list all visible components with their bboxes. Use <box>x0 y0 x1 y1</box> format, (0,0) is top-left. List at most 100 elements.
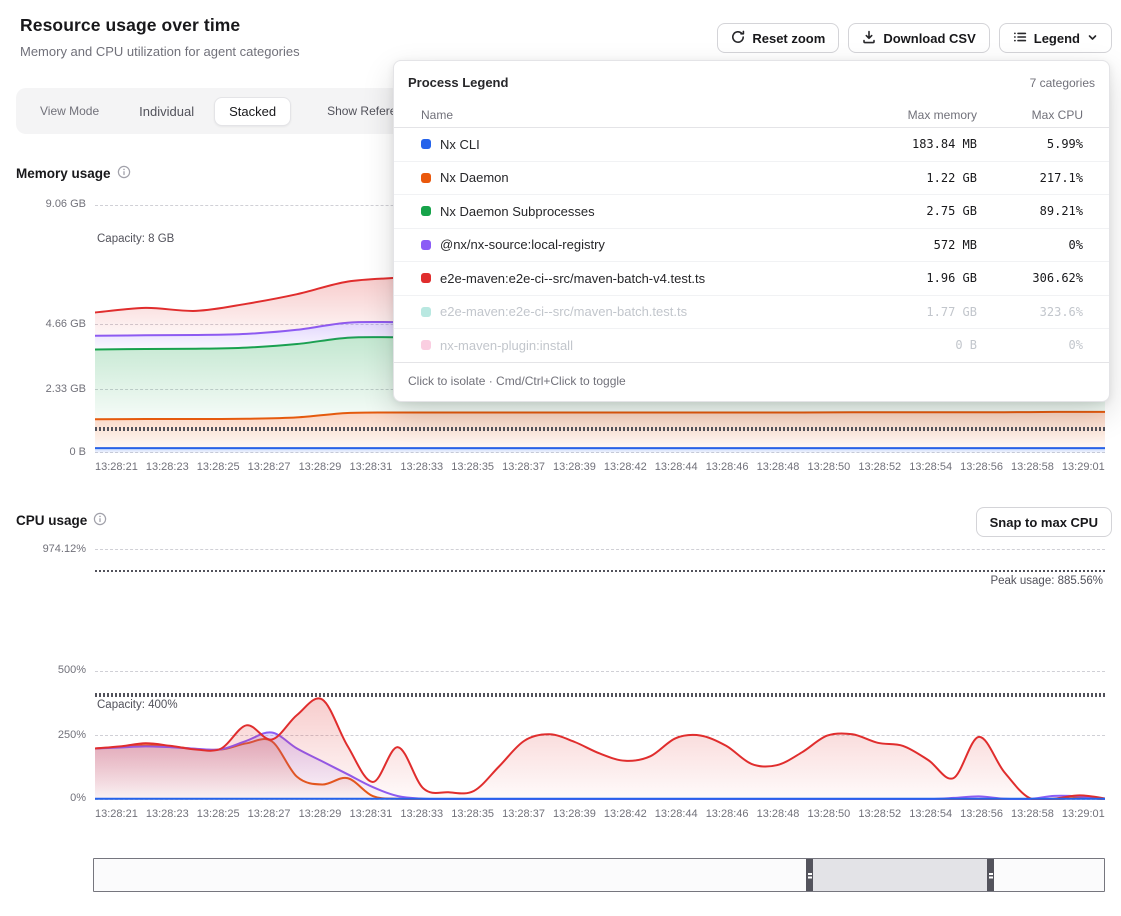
x-axis-tick: 13:28:52 <box>858 808 901 820</box>
max-cpu-value: 0% <box>977 238 1083 252</box>
x-axis-tick: 13:28:35 <box>451 461 494 473</box>
x-axis-tick: 13:28:42 <box>604 461 647 473</box>
column-name: Name <box>421 108 847 122</box>
cpu-peak-label: Peak usage: 885.56% <box>990 575 1103 587</box>
legend-row[interactable]: e2e-maven:e2e-ci--src/maven-batch-v4.tes… <box>394 262 1109 296</box>
process-name: @nx/nx-source:local-registry <box>421 237 847 252</box>
x-axis-tick: 13:28:54 <box>909 808 952 820</box>
x-axis-tick: 13:28:44 <box>655 808 698 820</box>
legend-category-count: 7 categories <box>1030 76 1095 90</box>
x-axis-tick: 13:28:44 <box>655 461 698 473</box>
y-axis-tick: 0 B <box>69 446 86 458</box>
memory-capacity-label: Capacity: 8 GB <box>97 233 174 245</box>
max-memory-value: 1.77 GB <box>847 305 977 319</box>
color-swatch <box>421 206 431 216</box>
page-subtitle: Memory and CPU utilization for agent cat… <box>20 44 300 59</box>
color-swatch <box>421 139 431 149</box>
legend-row[interactable]: Nx Daemon Subprocesses2.75 GB89.21% <box>394 195 1109 229</box>
legend-row[interactable]: Nx Daemon1.22 GB217.1% <box>394 162 1109 196</box>
memory-title-text: Memory usage <box>16 166 111 181</box>
snap-to-max-cpu-button[interactable]: Snap to max CPU <box>976 507 1112 537</box>
process-name: Nx Daemon <box>421 170 847 185</box>
x-axis-tick: 13:28:37 <box>502 808 545 820</box>
x-axis-tick: 13:28:25 <box>197 461 240 473</box>
legend-row[interactable]: nx-maven-plugin:install 0 B0% <box>394 329 1109 363</box>
max-memory-value: 183.84 MB <box>847 137 977 151</box>
x-axis-tick: 13:28:31 <box>349 461 392 473</box>
cpu-chart[interactable]: Peak usage: 885.56% Capacity: 400% <box>95 545 1105 800</box>
x-axis-tick: 13:28:39 <box>553 808 596 820</box>
process-name-text: nx-maven-plugin:install <box>440 338 573 353</box>
max-cpu-value: 89.21% <box>977 204 1083 218</box>
reset-zoom-button[interactable]: Reset zoom <box>717 23 839 53</box>
cpu-title-text: CPU usage <box>16 513 87 528</box>
legend-row[interactable]: e2e-maven:e2e-ci--src/maven-batch.test.t… <box>394 296 1109 330</box>
x-axis-tick: 13:28:29 <box>299 461 342 473</box>
x-axis-tick: 13:28:21 <box>95 808 138 820</box>
process-name: Nx Daemon Subprocesses <box>421 204 847 219</box>
max-memory-value: 0 B <box>847 338 977 352</box>
legend-button[interactable]: Legend <box>999 23 1112 53</box>
cpu-peak-line <box>95 570 1105 572</box>
reset-zoom-label: Reset zoom <box>752 31 825 46</box>
legend-row[interactable]: @nx/nx-source:local-registry572 MB0% <box>394 229 1109 263</box>
y-axis-tick: 974.12% <box>43 543 86 555</box>
legend-popup-title: Process Legend <box>408 75 508 90</box>
view-mode-individual[interactable]: Individual <box>125 98 208 125</box>
y-axis-tick: 9.06 GB <box>46 198 86 210</box>
download-csv-label: Download CSV <box>883 31 975 46</box>
memory-capacity-line <box>95 427 1105 431</box>
color-swatch <box>421 307 431 317</box>
info-icon[interactable] <box>93 512 107 529</box>
x-axis-tick: 13:28:27 <box>248 808 291 820</box>
color-swatch <box>421 173 431 183</box>
list-icon <box>1013 30 1027 47</box>
x-axis-tick: 13:28:25 <box>197 808 240 820</box>
y-axis-tick: 0% <box>70 792 86 804</box>
x-axis-tick: 13:28:23 <box>146 461 189 473</box>
max-memory-value: 1.96 GB <box>847 271 977 285</box>
brush-selection[interactable] <box>806 859 994 891</box>
info-icon[interactable] <box>117 165 131 182</box>
x-axis-tick: 13:28:56 <box>960 808 1003 820</box>
cpu-y-axis: 974.12%500%250%0% <box>0 545 86 800</box>
x-axis-tick: 13:28:33 <box>400 461 443 473</box>
column-max-memory: Max memory <box>847 108 977 122</box>
page-title: Resource usage over time <box>20 15 240 36</box>
process-name-text: Nx Daemon Subprocesses <box>440 204 595 219</box>
x-axis-tick: 13:28:42 <box>604 808 647 820</box>
time-brush[interactable] <box>93 858 1105 892</box>
x-axis-tick: 13:28:39 <box>553 461 596 473</box>
y-axis-tick: 4.66 GB <box>46 318 86 330</box>
memory-x-axis: 13:28:2113:28:2313:28:2513:28:2713:28:29… <box>95 461 1105 473</box>
brush-handle-left[interactable] <box>806 859 813 891</box>
cpu-chart-canvas[interactable] <box>95 545 1105 800</box>
process-name: e2e-maven:e2e-ci--src/maven-batch.test.t… <box>421 304 847 319</box>
process-legend-popup: Process Legend 7 categories Name Max mem… <box>393 60 1110 402</box>
view-mode-stacked[interactable]: Stacked <box>214 97 291 126</box>
max-cpu-value: 0% <box>977 338 1083 352</box>
y-axis-tick: 250% <box>58 729 86 741</box>
legend-row[interactable]: Nx CLI183.84 MB5.99% <box>394 128 1109 162</box>
max-memory-value: 1.22 GB <box>847 171 977 185</box>
chevron-down-icon <box>1087 31 1098 46</box>
y-axis-tick: 2.33 GB <box>46 383 86 395</box>
y-axis-tick: 500% <box>58 664 86 676</box>
cpu-section-title: CPU usage <box>16 512 107 529</box>
download-icon <box>862 30 876 47</box>
x-axis-tick: 13:28:31 <box>349 808 392 820</box>
brush-handle-right[interactable] <box>987 859 994 891</box>
download-csv-button[interactable]: Download CSV <box>848 23 989 53</box>
x-axis-tick: 13:28:48 <box>757 808 800 820</box>
x-axis-tick: 13:28:58 <box>1011 808 1054 820</box>
color-swatch <box>421 273 431 283</box>
memory-section-title: Memory usage <box>16 165 131 182</box>
x-axis-tick: 13:28:33 <box>400 808 443 820</box>
x-axis-tick: 13:28:37 <box>502 461 545 473</box>
column-max-cpu: Max CPU <box>977 108 1083 122</box>
x-axis-tick: 13:29:01 <box>1062 461 1105 473</box>
max-cpu-value: 323.6% <box>977 305 1083 319</box>
x-axis-tick: 13:28:27 <box>248 461 291 473</box>
x-axis-tick: 13:28:56 <box>960 461 1003 473</box>
process-name-text: Nx Daemon <box>440 170 509 185</box>
